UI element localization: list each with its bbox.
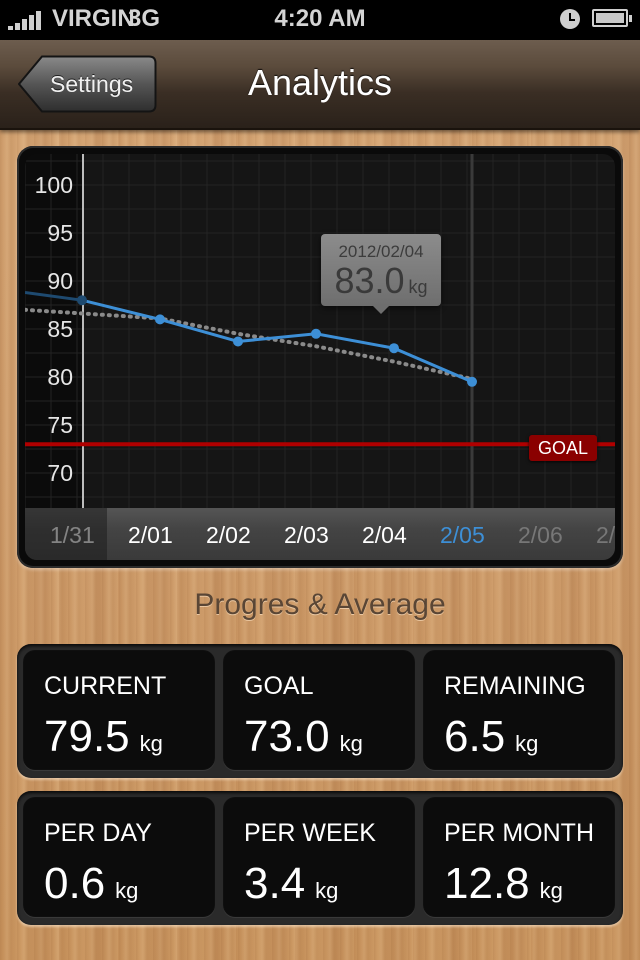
stat-value: 6.5 kg <box>444 712 538 762</box>
x-tick-label[interactable]: 2/07 <box>596 522 615 549</box>
navigation-bar: Settings Analytics <box>0 40 640 130</box>
weight-chart[interactable]: 100959085807570 1/312/012/022/032/042/05… <box>25 154 615 560</box>
stat-card-per-month: PER MONTH 12.8 kg <box>423 797 615 917</box>
weight-data-point <box>389 343 399 354</box>
tooltip-value: 83.0 kg <box>321 262 441 306</box>
y-tick-label: 100 <box>35 172 73 198</box>
status-time: 4:20 AM <box>274 5 366 32</box>
stat-card-remaining: REMAINING 6.5 kg <box>423 650 615 770</box>
x-tick-label[interactable]: 2/01 <box>128 522 173 549</box>
stat-number: 3.4 <box>244 859 306 908</box>
section-title: Progres & Average <box>194 588 446 621</box>
stat-number: 79.5 <box>44 712 130 761</box>
progress-stats-row: CURRENT 79.5 kg GOAL 73.0 kg REMAINING 6.5… <box>17 644 623 778</box>
stat-label: REMAINING <box>444 672 586 700</box>
stat-number: 73.0 <box>244 712 330 761</box>
tooltip-unit: kg <box>408 277 428 297</box>
page-title: Analytics <box>247 62 393 103</box>
stat-value: 79.5 kg <box>44 712 163 762</box>
weight-data-point <box>467 376 477 387</box>
stat-value: 12.8 kg <box>444 859 563 909</box>
stat-label: GOAL <box>244 672 314 700</box>
stat-card-current: CURRENT 79.5 kg <box>23 650 215 770</box>
stat-unit: kg <box>339 731 363 756</box>
average-stats-row: PER DAY 0.6 kg PER WEEK 3.4 kg PER MONTH 1… <box>17 791 623 925</box>
status-bar: VIRGIN 3G 4:20 AM <box>0 0 640 40</box>
y-tick-label: 85 <box>47 316 73 342</box>
stat-label: PER WEEK <box>244 819 376 847</box>
stat-label: CURRENT <box>44 672 167 700</box>
y-tick-label: 90 <box>47 268 73 294</box>
weight-data-point <box>311 328 321 339</box>
stat-unit: kg <box>315 878 339 903</box>
stat-number: 12.8 <box>444 859 530 908</box>
x-tick-label[interactable]: 2/03 <box>284 522 329 549</box>
y-tick-label: 80 <box>47 364 73 390</box>
value-tooltip: 2012/02/04 83.0 kg <box>321 234 441 314</box>
y-tick-label: 95 <box>47 220 73 246</box>
stat-unit: kg <box>139 731 163 756</box>
stat-card-per-week: PER WEEK 3.4 kg <box>223 797 415 917</box>
stat-value: 73.0 kg <box>244 712 363 762</box>
x-tick-label[interactable]: 2/02 <box>206 522 251 549</box>
tooltip-date: 2012/02/04 <box>338 242 424 261</box>
stat-value: 3.4 kg <box>244 859 338 909</box>
weight-data-point <box>233 336 243 347</box>
chart-canvas: 100 95 90 85 80 75 70 <box>25 154 615 560</box>
stat-unit: kg <box>515 731 539 756</box>
date-scroller-fade <box>25 508 107 560</box>
weight-data-point <box>77 295 87 306</box>
clock-icon <box>560 9 580 29</box>
x-tick-label[interactable]: 2/06 <box>518 522 563 549</box>
x-tick-label[interactable]: 2/05 <box>440 522 485 549</box>
battery-icon <box>592 9 632 27</box>
stat-card-per-day: PER DAY 0.6 kg <box>23 797 215 917</box>
stat-value: 0.6 kg <box>44 859 138 909</box>
goal-badge: GOAL <box>529 435 597 461</box>
x-tick-label[interactable]: 2/04 <box>362 522 407 549</box>
weight-data-point <box>155 314 165 325</box>
y-tick-label: 75 <box>47 412 73 438</box>
trend-line <box>25 307 474 381</box>
stat-label: PER DAY <box>44 819 152 847</box>
stat-card-goal: GOAL 73.0 kg <box>223 650 415 770</box>
stat-unit: kg <box>539 878 563 903</box>
y-tick-label: 70 <box>47 460 73 486</box>
stat-unit: kg <box>115 878 139 903</box>
stat-label: PER MONTH <box>444 819 594 847</box>
weight-chart-panel: 100959085807570 1/312/012/022/032/042/05… <box>17 146 623 568</box>
stat-number: 6.5 <box>444 712 506 761</box>
tooltip-number: 83.0 <box>334 260 405 301</box>
stat-number: 0.6 <box>44 859 106 908</box>
